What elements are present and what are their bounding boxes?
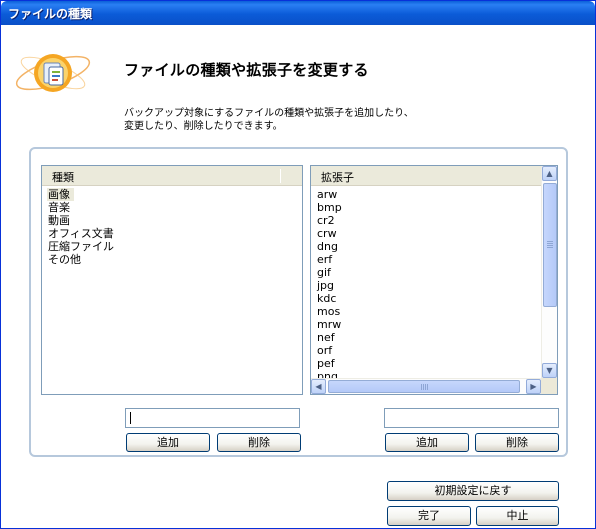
scroll-down-button[interactable]: ▼ bbox=[542, 363, 557, 378]
type-list-item[interactable]: 圧縮ファイル bbox=[47, 240, 302, 253]
description-text: バックアップ対象にするファイルの種類や拡張子を追加したり、 変更したり、削除した… bbox=[124, 108, 414, 132]
type-list-item[interactable]: その他 bbox=[47, 253, 302, 266]
extension-input[interactable] bbox=[384, 408, 559, 428]
type-list-item[interactable]: オフィス文書 bbox=[47, 227, 302, 240]
type-list-item[interactable]: 音楽 bbox=[47, 201, 302, 214]
vertical-scrollbar[interactable]: ▲ ▼ bbox=[541, 166, 557, 378]
extension-list-item[interactable]: dng bbox=[316, 240, 541, 253]
chevron-left-icon: ◀ bbox=[315, 382, 322, 391]
column-separator[interactable] bbox=[280, 169, 281, 183]
extension-list-item[interactable]: png bbox=[316, 370, 541, 378]
extensions-column-header[interactable]: 拡張子 bbox=[321, 169, 354, 185]
type-list-item[interactable]: 画像 bbox=[47, 188, 302, 201]
add-extension-button[interactable]: 追加 bbox=[385, 433, 469, 452]
extension-list-item[interactable]: bmp bbox=[316, 201, 541, 214]
chevron-down-icon: ▼ bbox=[546, 366, 553, 375]
scroll-corner bbox=[541, 378, 557, 394]
chevron-right-icon: ▶ bbox=[530, 382, 537, 391]
type-list-item-label: 音楽 bbox=[48, 201, 70, 214]
extension-list-item[interactable]: mrw bbox=[316, 318, 541, 331]
delete-extension-button[interactable]: 削除 bbox=[475, 433, 559, 452]
extensions-list-header[interactable]: 拡張子 bbox=[311, 166, 541, 186]
text-caret bbox=[130, 412, 131, 424]
type-list-item-label: オフィス文書 bbox=[48, 227, 114, 240]
chevron-up-icon: ▲ bbox=[546, 169, 553, 178]
page-title: ファイルの種類や拡張子を変更する bbox=[124, 61, 369, 79]
delete-type-button[interactable]: 削除 bbox=[217, 433, 301, 452]
dialog-window: ファイルの種類 ファイルの種類や拡張子を変更する バックアップ対象にするファイル… bbox=[0, 0, 596, 529]
extension-list-item[interactable]: mos bbox=[316, 305, 541, 318]
add-type-button[interactable]: 追加 bbox=[126, 433, 210, 452]
types-list-header[interactable]: 種類 bbox=[42, 166, 302, 186]
type-list-item-label: 動画 bbox=[48, 214, 70, 227]
reset-defaults-button[interactable]: 初期設定に戻す bbox=[387, 481, 559, 501]
horizontal-scrollbar[interactable]: ◀ ▶ bbox=[311, 378, 541, 394]
ok-button[interactable]: 完了 bbox=[387, 506, 471, 526]
extension-list-item[interactable]: crw bbox=[316, 227, 541, 240]
type-list-item-label: その他 bbox=[48, 253, 81, 266]
extensions-listview[interactable]: 拡張子 arw bmp cr2 crw dng erf gif jpg kdc mos mrw nef… bbox=[310, 165, 558, 395]
file-types-icon bbox=[15, 54, 91, 92]
extension-items: arw bmp cr2 crw dng erf gif jpg kdc mos mrw nef orf p… bbox=[316, 188, 541, 378]
extension-list-item[interactable]: kdc bbox=[316, 292, 541, 305]
extension-list-item[interactable]: erf bbox=[316, 253, 541, 266]
extension-list-item[interactable]: arw bbox=[316, 188, 541, 201]
grip-icon bbox=[421, 384, 422, 390]
scroll-left-button[interactable]: ◀ bbox=[311, 379, 326, 394]
types-column-header[interactable]: 種類 bbox=[52, 169, 74, 185]
scroll-up-button[interactable]: ▲ bbox=[542, 166, 557, 181]
extension-list-item[interactable]: gif bbox=[316, 266, 541, 279]
types-items: 画像 音楽 動画 オフィス文書 圧縮ファイル その他 bbox=[47, 188, 302, 394]
type-list-item-label: 画像 bbox=[47, 188, 74, 201]
horizontal-scroll-thumb[interactable] bbox=[328, 380, 520, 393]
type-list-item[interactable]: 動画 bbox=[47, 214, 302, 227]
scroll-right-button[interactable]: ▶ bbox=[526, 379, 541, 394]
extension-list-item[interactable]: jpg bbox=[316, 279, 541, 292]
title-bar[interactable]: ファイルの種類 bbox=[1, 1, 595, 25]
vertical-scroll-thumb[interactable] bbox=[543, 183, 557, 307]
extension-list-item[interactable]: pef bbox=[316, 357, 541, 370]
cancel-button[interactable]: 中止 bbox=[476, 506, 559, 526]
types-listview[interactable]: 種類 画像 音楽 動画 オフィス文書 圧縮ファイル その他 bbox=[41, 165, 303, 395]
window-title: ファイルの種類 bbox=[8, 7, 93, 21]
extension-list-item[interactable]: nef bbox=[316, 331, 541, 344]
type-name-input[interactable] bbox=[125, 408, 300, 428]
grip-icon bbox=[547, 241, 553, 242]
extension-list-item[interactable]: cr2 bbox=[316, 214, 541, 227]
type-list-item-label: 圧縮ファイル bbox=[48, 240, 114, 253]
extension-list-item[interactable]: orf bbox=[316, 344, 541, 357]
